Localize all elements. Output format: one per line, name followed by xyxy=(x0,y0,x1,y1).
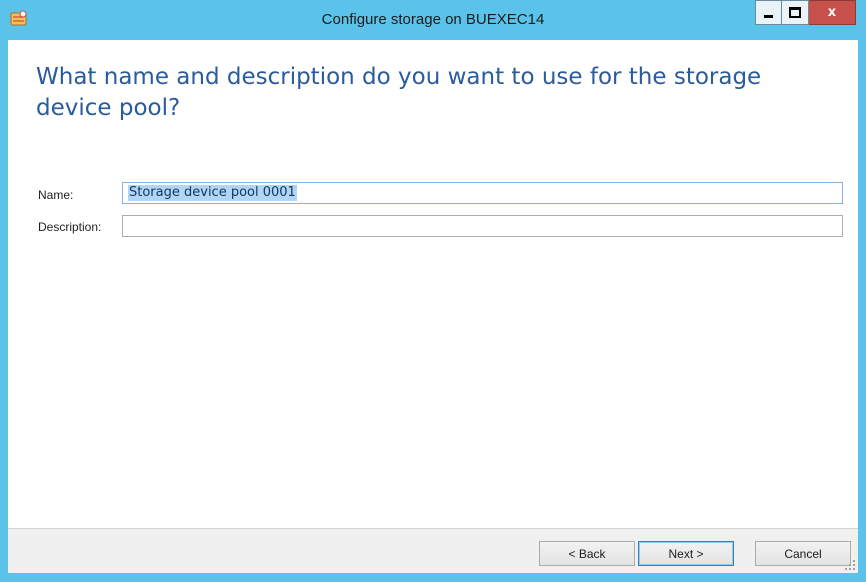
description-field[interactable] xyxy=(122,215,843,237)
wizard-footer: < Back Next > Cancel xyxy=(8,528,858,573)
description-label: Description: xyxy=(38,220,102,234)
next-button[interactable]: Next > xyxy=(638,541,734,566)
title-bar[interactable]: Configure storage on BUEXEC14 x xyxy=(0,0,866,40)
close-icon: x xyxy=(827,5,837,20)
maximize-icon xyxy=(789,7,801,18)
resize-grip-icon[interactable] xyxy=(844,559,856,571)
back-button[interactable]: < Back xyxy=(539,541,635,566)
name-field[interactable]: Storage device pool 0001 xyxy=(122,182,843,204)
window-title: Configure storage on BUEXEC14 xyxy=(321,11,545,28)
wizard-content: What name and description do you want to… xyxy=(8,40,858,573)
minimize-icon xyxy=(764,15,773,18)
cancel-button[interactable]: Cancel xyxy=(755,541,851,566)
minimize-button[interactable] xyxy=(755,0,782,25)
maximize-button[interactable] xyxy=(782,0,809,25)
name-label: Name: xyxy=(38,188,74,202)
page-title: What name and description do you want to… xyxy=(36,64,762,121)
wizard-window: Configure storage on BUEXEC14 x What nam… xyxy=(0,0,866,582)
name-field-value: Storage device pool 0001 xyxy=(128,185,297,201)
close-button[interactable]: x xyxy=(809,0,856,25)
